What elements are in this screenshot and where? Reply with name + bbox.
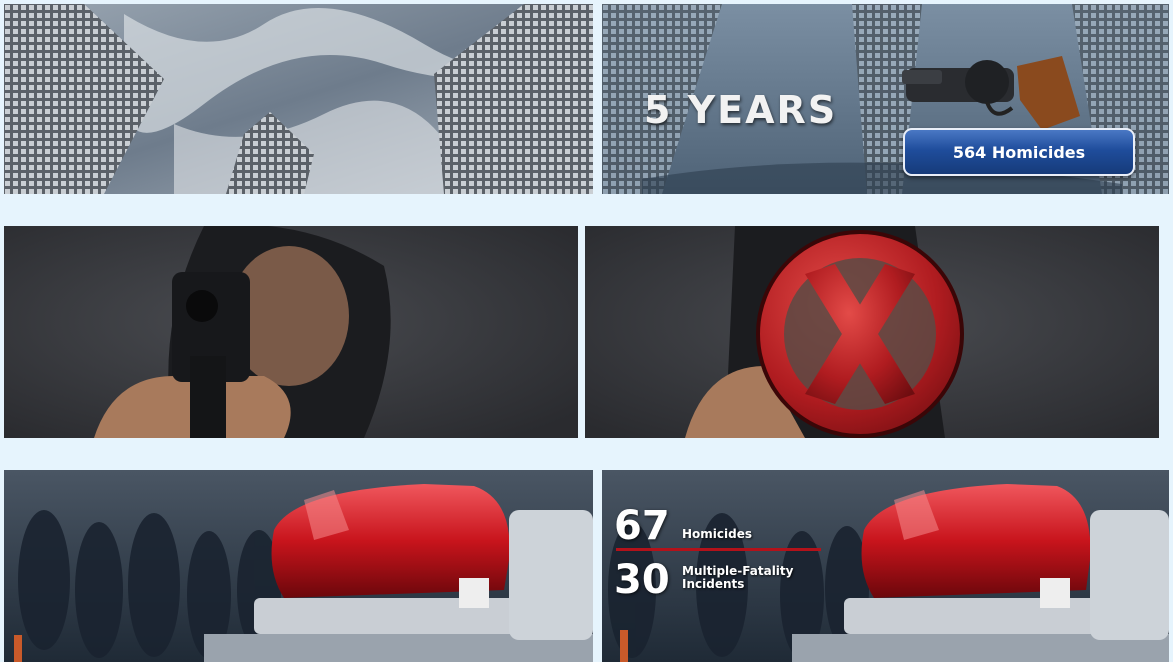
incidents-count: 30 [614,557,670,603]
slide-gunman-crossed[interactable] [585,226,1159,438]
homicides-label: Homicides [682,527,753,541]
slide-gunman[interactable] [4,226,578,438]
incidents-label-line2: Incidents [682,577,745,591]
police-light-bar-image [4,470,593,662]
homicides-count: 67 [614,503,670,549]
five-years-headline: 5 YEARS [644,88,838,132]
slide-five-years[interactable]: 5 YEARS 564 Homicides [602,4,1169,194]
homicides-badge[interactable]: 564 Homicides [903,128,1135,176]
slide-police-lights[interactable] [4,470,593,662]
gunman-image [4,226,578,438]
slide-police-stats[interactable]: 67 Homicides 30 Multiple-Fatality Incide… [602,470,1169,662]
skyscrapers-image [4,4,593,194]
stats-divider [616,548,821,551]
gunman-prohibited-image [585,226,1159,438]
prohibited-x-icon [756,230,964,438]
slide-skyscrapers[interactable] [4,4,593,194]
